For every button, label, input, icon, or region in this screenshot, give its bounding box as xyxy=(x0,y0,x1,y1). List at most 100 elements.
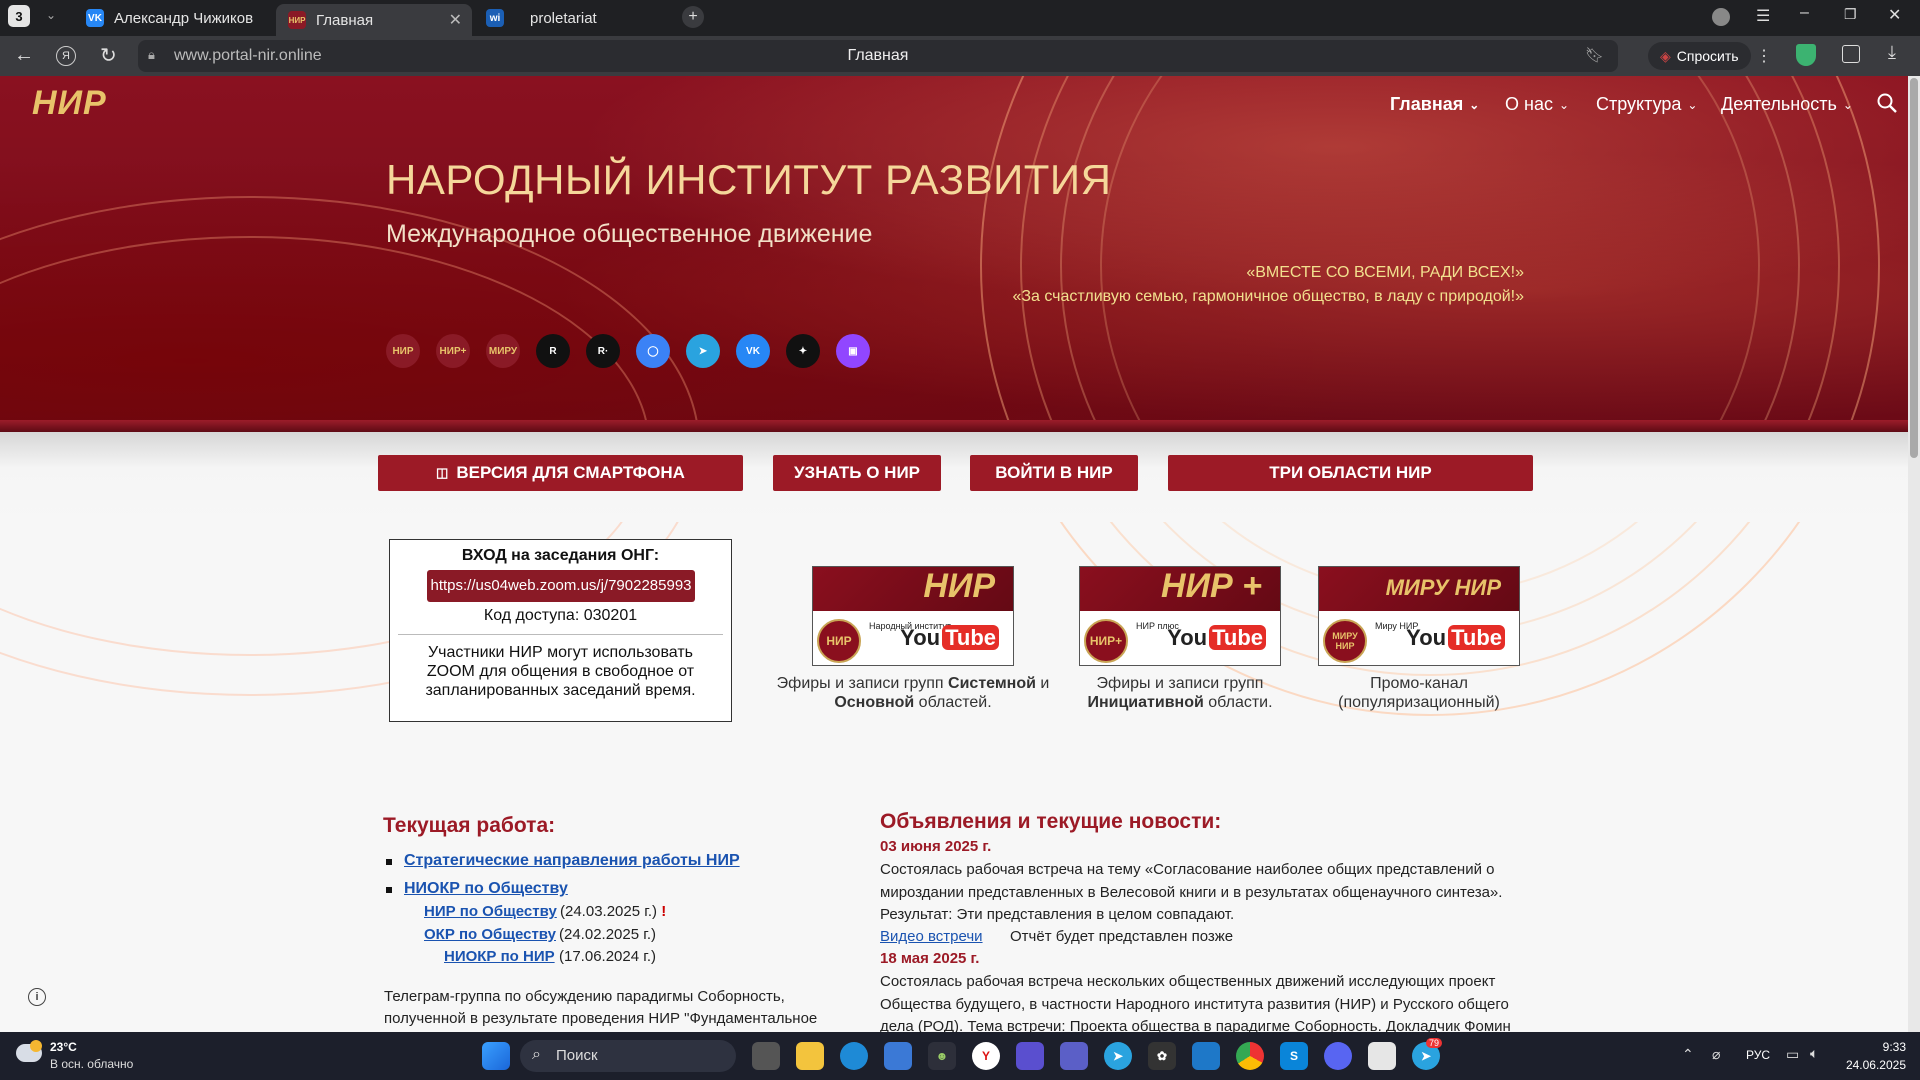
file-explorer-icon[interactable] xyxy=(796,1042,824,1070)
tab-counter[interactable]: 3 xyxy=(8,5,30,27)
zoom-code-value: 030201 xyxy=(583,607,638,624)
store-icon[interactable] xyxy=(884,1042,912,1070)
shield-icon[interactable] xyxy=(1796,44,1816,66)
youtube-card-nir-plus[interactable]: НИР + НИР+ НИР плюс You Tube xyxy=(1079,566,1281,666)
rutube-icon[interactable]: R xyxy=(536,334,570,368)
link-okr-society[interactable]: ОКР по Обществу xyxy=(424,926,556,943)
download-icon[interactable]: ⤓ xyxy=(1888,42,1896,63)
info-icon[interactable]: i xyxy=(28,988,46,1006)
yandex-browser-icon[interactable]: Y xyxy=(972,1042,1000,1070)
miru-nir-icon[interactable]: МИРУ xyxy=(486,334,520,368)
news-text: дела (РОД). Тема встречи: Проекта общест… xyxy=(880,1018,1511,1032)
url-box[interactable]: 🔒︎ www.portal-nir.online Главная 🔖︎ xyxy=(138,40,1618,72)
vscode-icon[interactable] xyxy=(1192,1042,1220,1070)
scrollbar-thumb[interactable] xyxy=(1910,78,1918,458)
smartphone-version-button[interactable]: ◫ ВЕРСИЯ ДЛЯ СМАРТФОНА xyxy=(378,455,743,491)
nir-favicon-icon: НИР xyxy=(288,11,306,29)
three-areas-button[interactable]: ТРИ ОБЛАСТИ НИР xyxy=(1168,455,1533,491)
close-tab-icon[interactable]: ✕ xyxy=(449,10,462,30)
teams-icon[interactable] xyxy=(1060,1042,1088,1070)
more-icon[interactable]: ⋮ xyxy=(1756,46,1772,66)
chrome-icon[interactable] xyxy=(1236,1042,1264,1070)
bookmark-icon[interactable]: 🔖︎ xyxy=(1585,46,1604,64)
yandex-icon[interactable]: Я xyxy=(56,46,76,66)
clock-date[interactable]: 24.06.2025 xyxy=(1836,1058,1906,1072)
nir-icon[interactable]: НИР xyxy=(386,334,420,368)
nav-activity[interactable]: Деятельность ⌄ xyxy=(1721,94,1853,115)
new-tab-icon[interactable]: + xyxy=(682,6,704,28)
tab-proletariat[interactable]: wi proletariat xyxy=(474,0,670,36)
video-meeting-link[interactable]: Видео встречи xyxy=(880,928,983,945)
learn-about-button[interactable]: УЗНАТЬ О НИР xyxy=(773,455,941,491)
zoom-link[interactable]: https://us04web.zoom.us/j/7902285993 xyxy=(427,570,695,602)
news-title: Объявления и текущие новости: xyxy=(880,810,1222,833)
app-icon[interactable]: ☻ xyxy=(928,1042,956,1070)
tabs-dropdown-icon[interactable]: ⌄ xyxy=(46,8,56,22)
link-niokr-society[interactable]: НИОКР по Обществу xyxy=(404,880,568,898)
chevron-up-icon[interactable]: ⌃ xyxy=(1682,1046,1694,1063)
restore-icon[interactable]: ❐ xyxy=(1844,6,1857,23)
minimize-icon[interactable]: – xyxy=(1800,4,1809,22)
weather-temperature: 23°C xyxy=(50,1040,77,1054)
edge-icon[interactable] xyxy=(840,1042,868,1070)
language-indicator[interactable]: РУС xyxy=(1746,1048,1770,1062)
nav-about[interactable]: О нас ⌄ xyxy=(1505,94,1569,115)
editor-icon[interactable] xyxy=(1016,1042,1044,1070)
smartphone-version-label: ВЕРСИЯ ДЛЯ СМАРТФОНА xyxy=(456,463,685,482)
profile-icon[interactable] xyxy=(1712,8,1730,26)
chatgpt-icon[interactable]: ✿ xyxy=(1148,1042,1176,1070)
nir-plus-icon[interactable]: НИР+ xyxy=(436,334,470,368)
clock-time[interactable]: 9:33 xyxy=(1846,1040,1906,1054)
back-icon[interactable]: ← xyxy=(14,44,34,67)
vk-icon[interactable]: VK xyxy=(736,334,770,368)
telegram-badge: 79 xyxy=(1426,1038,1443,1048)
windows-start-icon[interactable] xyxy=(482,1042,510,1070)
date-okr-society: (24.02.2025 г.) xyxy=(559,926,657,943)
youtube-logo-icon: You Tube xyxy=(900,625,999,651)
volume-icon[interactable]: 🔈︎ xyxy=(1810,1045,1818,1062)
twitch-icon[interactable]: ▣ xyxy=(836,334,870,368)
site-logo[interactable]: НИР xyxy=(32,84,107,123)
hero-banner: НИР Главная ⌄ О нас ⌄ Структура ⌄ Деятельно… xyxy=(0,76,1908,716)
menu-icon[interactable]: ☰ xyxy=(1756,6,1770,26)
link-nir-society[interactable]: НИР по Обществу xyxy=(424,903,557,920)
notepad-icon[interactable] xyxy=(1368,1042,1396,1070)
browser-tab-strip: 3 ⌄ VK Александр Чижиков НИР Главная ✕ w… xyxy=(0,0,1920,36)
youtube-card-miru-nir[interactable]: МИРУ НИР МИРУ НИР Миру НИР You Tube xyxy=(1318,566,1520,666)
reload-icon[interactable]: ↻ xyxy=(100,43,117,68)
divider xyxy=(398,634,723,635)
telegram-icon[interactable]: ➤ xyxy=(1104,1042,1132,1070)
taskbar-search[interactable]: ⌕ Поиск xyxy=(520,1040,736,1072)
telegram-group-text: Телеграм-группа по обсуждению парадигмы … xyxy=(384,988,785,1005)
task-view-icon[interactable] xyxy=(752,1042,780,1070)
skype-icon[interactable]: S xyxy=(1280,1042,1308,1070)
youtube-card-nir[interactable]: НИР НИР Народный институт ... You Tube xyxy=(812,566,1014,666)
search-icon[interactable] xyxy=(1876,92,1898,114)
search-label: Поиск xyxy=(556,1047,598,1064)
scrollbar[interactable] xyxy=(1908,76,1920,1032)
nav-structure[interactable]: Структура ⌄ xyxy=(1596,94,1697,115)
nav-home[interactable]: Главная ⌄ xyxy=(1390,94,1479,115)
dzen-icon[interactable]: ✦ xyxy=(786,334,820,368)
chevron-down-icon: ⌄ xyxy=(1687,97,1698,112)
odnoklassniki-circle-icon[interactable]: ◯ xyxy=(636,334,670,368)
login-button[interactable]: ВОЙТИ В НИР xyxy=(970,455,1138,491)
network-off-icon[interactable]: ⌀ xyxy=(1712,1046,1720,1063)
tab-vk[interactable]: VK Александр Чижиков xyxy=(74,0,274,36)
collections-icon[interactable] xyxy=(1842,45,1860,63)
discord-icon[interactable] xyxy=(1324,1042,1352,1070)
close-window-icon[interactable]: ✕ xyxy=(1888,5,1901,25)
telegram-icon[interactable]: ➤ xyxy=(686,334,720,368)
link-niokr-nir[interactable]: НИОКР по НИР xyxy=(444,948,555,965)
nav-structure-label: Структура xyxy=(1596,94,1682,114)
rutube-plus-icon[interactable]: R· xyxy=(586,334,620,368)
ask-button[interactable]: ◈ Спросить xyxy=(1648,42,1751,70)
telegram-group-text-2: полученной в результате проведения НИР "… xyxy=(384,1010,818,1027)
button-band xyxy=(0,432,1908,522)
tab-home[interactable]: НИР Главная ✕ xyxy=(276,4,472,36)
link-strategic-directions[interactable]: Стратегические направления работы НИР xyxy=(404,852,740,870)
display-icon[interactable]: ▭ xyxy=(1786,1046,1799,1063)
tab-label: Александр Чижиков xyxy=(114,9,254,27)
youtube-caption-nir: Эфиры и записи групп Системной и Основно… xyxy=(776,675,1050,711)
card-logo-text: НИР + xyxy=(1161,567,1262,605)
